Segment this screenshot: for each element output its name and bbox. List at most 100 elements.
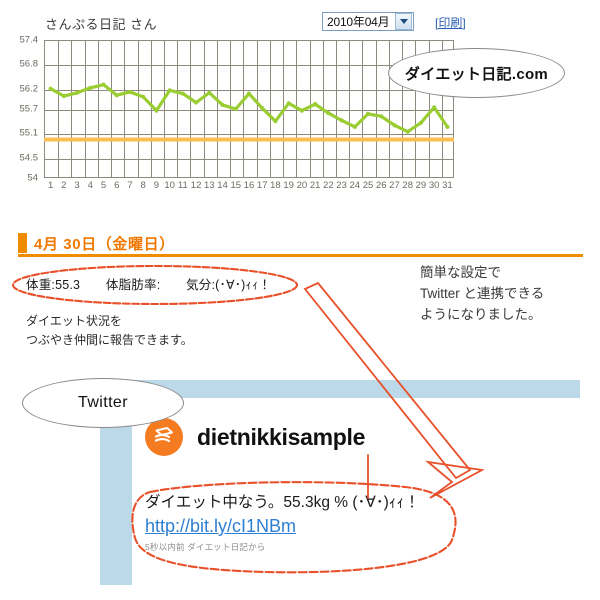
chart-x-axis-labels: 1 2 3 4 5 6 7 8 9 10 11 12 13 14 15 16 17 18 19 20 21 22 23 24 2…: [44, 180, 454, 196]
x-axis-tick-label: 12: [190, 180, 202, 191]
weight-value: 55.3: [55, 278, 81, 292]
x-axis-tick-label: 15: [230, 180, 242, 191]
diary-note-line-1: ダイエット状況を: [26, 314, 122, 328]
avatar: [145, 418, 183, 456]
weight-data-point: [167, 88, 172, 93]
weight-data-point: [379, 114, 384, 119]
weight-label: 体重:: [26, 278, 56, 292]
twitter-handle[interactable]: dietnikkisample: [197, 424, 365, 451]
weight-data-point: [114, 93, 119, 98]
x-axis-tick-label: 8: [140, 180, 146, 191]
x-axis-tick-label: 20: [296, 180, 308, 191]
x-axis-tick-label: 18: [270, 180, 281, 191]
feature-description-line-1: 簡単な設定で: [420, 265, 501, 280]
y-axis-tick-label: 57.4: [19, 34, 39, 46]
tweet-meta: 5秒以内前 ダイエット日記から: [145, 542, 266, 552]
x-axis-tick-label: 14: [217, 180, 228, 191]
month-select-value: 2010年04月: [327, 15, 390, 29]
weight-data-point: [445, 124, 450, 129]
x-axis-tick-label: 7: [127, 180, 133, 191]
print-link-label[interactable]: [印刷]: [435, 16, 466, 30]
x-axis-tick-label: 28: [402, 180, 413, 191]
weight-data-point: [392, 123, 397, 128]
weight-data-point: [326, 110, 331, 116]
weight-data-point: [418, 120, 424, 125]
x-axis-tick-label: 1: [47, 180, 54, 191]
weight-data-point: [233, 106, 238, 112]
x-axis-tick-label: 4: [87, 180, 93, 191]
x-axis-tick-label: 2: [61, 180, 67, 191]
x-axis-tick-label: 31: [442, 180, 453, 191]
x-axis-tick-label: 6: [114, 180, 120, 191]
book-icon: [154, 427, 173, 443]
weight-data-point: [154, 108, 159, 113]
x-axis-tick-label: 29: [415, 180, 427, 191]
weight-data-point: [273, 119, 278, 124]
weight-data-point: [61, 93, 66, 99]
x-axis-tick-label: 3: [74, 180, 80, 191]
y-axis-tick-label: 54.5: [19, 152, 39, 164]
weight-data-point: [246, 91, 252, 96]
weight-data-point: [141, 94, 146, 99]
y-axis-tick-label: 54: [27, 172, 38, 184]
weight-data-point: [260, 106, 265, 111]
x-axis-tick-label: 24: [349, 180, 361, 191]
weight-data-point: [299, 108, 304, 113]
chevron-down-icon[interactable]: [395, 13, 412, 30]
x-axis-tick-label: 5: [100, 180, 107, 191]
feature-description-line-3: ようになりました。: [420, 307, 542, 322]
weight-data-point: [313, 102, 318, 107]
diary-note: ダイエット状況を つぶやき仲間に報告できます。: [26, 312, 193, 350]
feature-description: 簡単な設定で Twitter と連携できる ようになりました。: [420, 262, 544, 325]
weight-chart-panel: さんぷる日記 さん 2010年04月 [印刷] 57.4 56.8 56.2 55.7…: [0, 0, 600, 205]
diary-date-text: 4月 30日（金曜日）: [34, 236, 175, 253]
weight-data-point: [286, 101, 291, 106]
chart-series-svg: [44, 82, 454, 142]
x-axis-tick-label: 30: [428, 180, 440, 191]
x-axis-tick-label: 23: [336, 180, 347, 191]
x-axis-tick-label: 13: [204, 180, 215, 191]
weight-data-point: [180, 91, 185, 96]
tweet-url-link[interactable]: http://bit.ly/cI1NBm: [145, 515, 535, 537]
x-axis-tick-label: 11: [177, 180, 188, 191]
bodyfat-label: 体脂肪率:: [105, 278, 161, 292]
x-axis-tick-label: 21: [309, 180, 321, 191]
weight-data-point: [101, 82, 106, 87]
y-axis-tick-label: 55.7: [19, 103, 39, 115]
twitter-user[interactable]: dietnikkisample: [145, 418, 365, 456]
weight-data-point: [365, 111, 371, 116]
diary-date-header: 4月 30日（金曜日）: [18, 233, 583, 257]
weight-data-point: [352, 124, 357, 129]
chart-y-axis-labels: 57.4 56.8 56.2 55.7 55.1 54.5 54: [0, 35, 42, 184]
page-root: さんぷる日記 さん 2010年04月 [印刷] 57.4 56.8 56.2 55.7…: [0, 0, 600, 600]
weight-data-point: [127, 89, 133, 95]
weight-data-point: [74, 90, 80, 95]
x-axis-tick-label: 22: [323, 180, 334, 191]
weight-data-point: [88, 85, 93, 90]
weight-data-point: [220, 102, 225, 108]
weight-data-point: [405, 129, 410, 134]
mood-value: (･∀･)ｨｨ！: [215, 278, 272, 292]
diary-note-line-2: つぶやき仲間に報告できます。: [26, 333, 193, 347]
weight-data-point: [432, 105, 437, 110]
x-axis-tick-label: 25: [362, 180, 374, 191]
month-select[interactable]: 2010年04月: [322, 12, 414, 31]
y-axis-tick-label: 55.1: [19, 127, 39, 139]
callout-bubble-twitter-label: Twitter: [78, 394, 128, 411]
date-divider: [18, 254, 583, 257]
callout-bubble-site: ダイエット日記.com: [388, 48, 565, 98]
x-axis-tick-label: 16: [243, 180, 255, 191]
feature-description-line-2: Twitter と連携できる: [420, 286, 545, 301]
mood-label: 気分:: [186, 278, 216, 292]
weight-data-point: [48, 86, 53, 91]
page-title: さんぷる日記 さん: [45, 17, 158, 32]
tweet-text: ダイエット中なう。55.3kg % (･∀･)ｨｨ！: [145, 494, 420, 511]
y-axis-tick-label: 56.2: [19, 83, 39, 95]
callout-bubble-twitter: Twitter: [22, 378, 184, 428]
print-link[interactable]: [印刷]: [435, 14, 466, 31]
tweet: ダイエット中なう。55.3kg % (･∀･)ｨｨ！ http://bit.ly…: [145, 492, 535, 553]
weight-data-point: [207, 90, 212, 95]
chart-header: さんぷる日記 さん 2010年04月 [印刷]: [45, 12, 565, 38]
x-axis-tick-label: 27: [389, 180, 400, 191]
x-axis-tick-label: 19: [283, 180, 294, 191]
